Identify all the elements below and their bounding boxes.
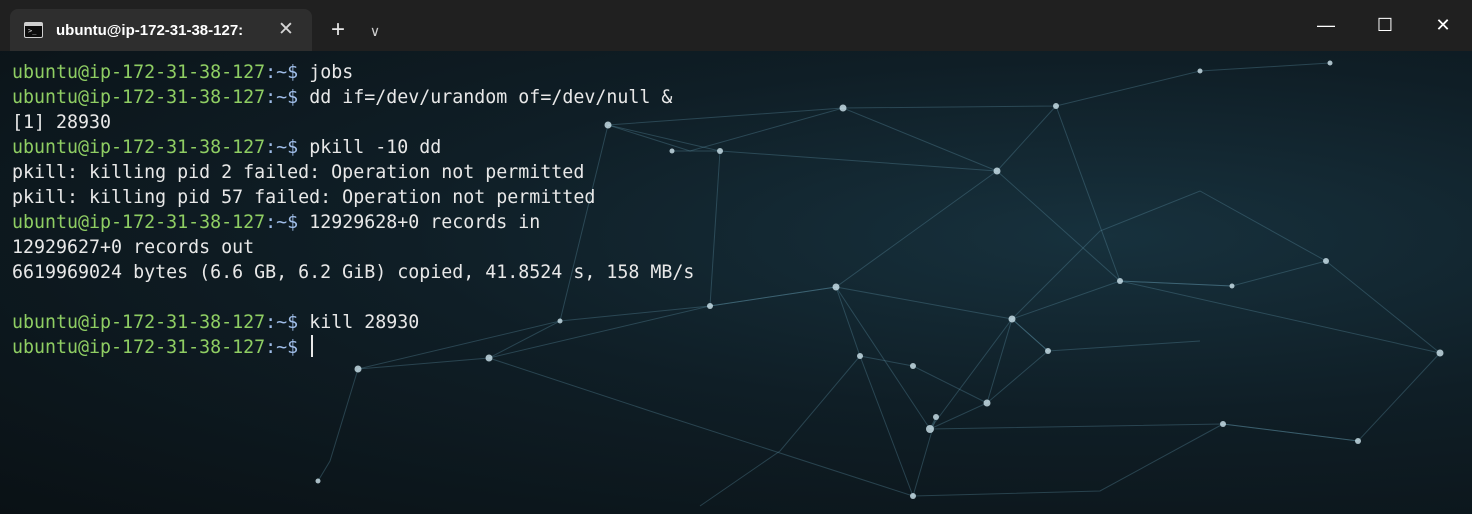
output-text: 6619969024 bytes (6.6 GB, 6.2 GiB) copie… xyxy=(12,262,695,283)
prompt-user: ubuntu@ip-172-31-38-127 xyxy=(12,87,266,108)
terminal-pane[interactable]: ubuntu@ip-172-31-38-127:~$ jobs ubuntu@ip… xyxy=(0,51,1472,514)
output-text: pkill: killing pid 57 failed: Operation … xyxy=(12,187,596,208)
prompt-user: ubuntu@ip-172-31-38-127 xyxy=(12,312,266,333)
output-line: 12929627+0 records out xyxy=(12,235,1112,260)
text-cursor xyxy=(311,335,314,357)
prompt-user: ubuntu@ip-172-31-38-127 xyxy=(12,337,266,358)
prompt-separator: :~$ xyxy=(265,212,310,233)
prompt-user: ubuntu@ip-172-31-38-127 xyxy=(12,212,266,233)
prompt-line: ubuntu@ip-172-31-38-127:~$ dd if=/dev/ur… xyxy=(12,85,1112,110)
prompt-user: ubuntu@ip-172-31-38-127 xyxy=(12,62,266,83)
command-text: kill 28930 xyxy=(309,312,420,333)
prompt-line: ubuntu@ip-172-31-38-127:~$ xyxy=(12,335,1112,360)
output-line: pkill: killing pid 57 failed: Operation … xyxy=(12,185,1112,210)
command-text: dd if=/dev/urandom of=/dev/null & xyxy=(309,87,673,108)
prompt-line: ubuntu@ip-172-31-38-127:~$ kill 28930 xyxy=(12,310,1112,335)
prompt-separator: :~$ xyxy=(265,87,310,108)
command-text: pkill -10 dd xyxy=(309,137,442,158)
output-line: 6619969024 bytes (6.6 GB, 6.2 GiB) copie… xyxy=(12,260,1112,285)
terminal-icon: >_ xyxy=(24,22,43,38)
new-tab-button[interactable]: + xyxy=(323,15,353,45)
prompt-separator: :~$ xyxy=(265,312,310,333)
output-text: 12929627+0 records out xyxy=(12,237,255,258)
output-line: pkill: killing pid 2 failed: Operation n… xyxy=(12,160,1112,185)
prompt-line: ubuntu@ip-172-31-38-127:~$ 12929628+0 re… xyxy=(12,210,1112,235)
command-text: jobs xyxy=(309,62,354,83)
prompt-separator: :~$ xyxy=(265,137,310,158)
prompt-separator: :~$ xyxy=(265,337,310,358)
close-button[interactable]: ✕ xyxy=(1414,0,1472,51)
prompt-line: ubuntu@ip-172-31-38-127:~$ pkill -10 dd xyxy=(12,135,1112,160)
terminal-output: ubuntu@ip-172-31-38-127:~$ jobs ubuntu@ip… xyxy=(12,60,1112,360)
command-text: 12929628+0 records in xyxy=(309,212,541,233)
tab-close-icon[interactable]: ✕ xyxy=(276,19,296,41)
title-bar: >_ ubuntu@ip-172-31-38-127: ✕ + ∨ — ☐ ✕ xyxy=(0,0,1472,52)
prompt-separator: :~$ xyxy=(265,62,310,83)
terminal-tab[interactable]: >_ ubuntu@ip-172-31-38-127: ✕ xyxy=(10,9,312,51)
prompt-user: ubuntu@ip-172-31-38-127 xyxy=(12,137,266,158)
output-text: pkill: killing pid 2 failed: Operation n… xyxy=(12,162,585,183)
output-line: [1] 28930 xyxy=(12,110,1112,135)
maximize-button[interactable]: ☐ xyxy=(1356,0,1414,51)
prompt-line: ubuntu@ip-172-31-38-127:~$ jobs xyxy=(12,60,1112,85)
tab-title: ubuntu@ip-172-31-38-127: xyxy=(56,22,244,39)
output-text: [1] 28930 xyxy=(12,112,112,133)
minimize-button[interactable]: — xyxy=(1297,0,1355,51)
chevron-down-icon[interactable]: ∨ xyxy=(360,15,390,45)
